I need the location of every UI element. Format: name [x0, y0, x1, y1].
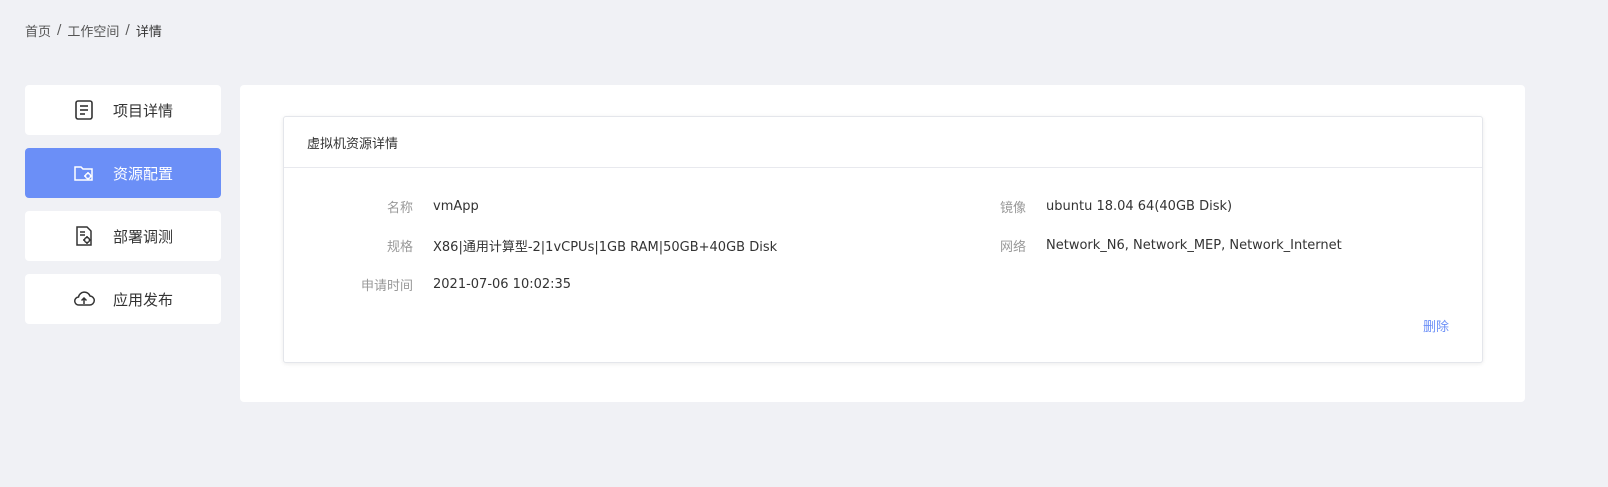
- delete-button[interactable]: 删除: [1423, 316, 1449, 335]
- breadcrumb-separator: /: [57, 23, 62, 38]
- field-value: 2021-07-06 10:02:35: [433, 277, 572, 292]
- sidebar-item-label: 应用发布: [113, 290, 174, 309]
- sidebar-item-app-release[interactable]: 应用发布: [25, 274, 221, 324]
- field-label: 名称: [386, 201, 413, 216]
- sidebar-item-deploy-debug[interactable]: 部署调测: [25, 211, 221, 261]
- document-list-icon: [69, 95, 99, 125]
- folder-settings-icon: [69, 158, 99, 188]
- field-value: vmApp: [433, 199, 479, 214]
- field-value: ubuntu 18.04 64(40GB Disk): [1046, 199, 1233, 214]
- cloud-upload-icon: [69, 284, 99, 314]
- field-label: 申请时间: [360, 279, 413, 294]
- sidebar-item-project-details[interactable]: 项目详情: [25, 85, 221, 135]
- field-value: X86|通用计算型-2|1vCPUs|1GB RAM|50GB+40GB Dis…: [433, 240, 778, 255]
- sidebar-item-label: 项目详情: [113, 101, 174, 120]
- sidebar-item-resource-config[interactable]: 资源配置: [25, 148, 221, 198]
- file-gear-icon: [69, 221, 99, 251]
- field-network: 网络 Network_N6, Network_MEP, Network_Inte…: [984, 236, 1342, 255]
- field-label: 镜像: [999, 201, 1026, 216]
- sidebar-item-label: 部署调测: [113, 227, 174, 246]
- field-name: 名称 vmApp: [307, 197, 479, 216]
- field-apply-time: 申请时间 2021-07-06 10:02:35: [307, 275, 571, 294]
- field-label: 网络: [999, 240, 1026, 255]
- main-panel: 虚拟机资源详情 名称 vmApp 规格 X86|通用计算型-2|1vCPUs|1…: [240, 85, 1525, 402]
- breadcrumb-workspace[interactable]: 工作空间: [67, 21, 119, 40]
- breadcrumb: 首页 / 工作空间 / 详情: [25, 21, 162, 40]
- breadcrumb-home[interactable]: 首页: [25, 21, 51, 40]
- breadcrumb-current: 详情: [135, 25, 162, 40]
- vm-resource-card: 虚拟机资源详情 名称 vmApp 规格 X86|通用计算型-2|1vCPUs|1…: [283, 116, 1483, 363]
- field-label: 规格: [386, 240, 413, 255]
- field-spec: 规格 X86|通用计算型-2|1vCPUs|1GB RAM|50GB+40GB …: [307, 236, 777, 255]
- field-value: Network_N6, Network_MEP, Network_Interne…: [1046, 238, 1342, 253]
- sidebar-item-label: 资源配置: [113, 164, 174, 183]
- field-image: 镜像 ubuntu 18.04 64(40GB Disk): [984, 197, 1232, 216]
- breadcrumb-separator: /: [125, 23, 130, 38]
- card-title: 虚拟机资源详情: [284, 117, 1482, 168]
- sidebar: 项目详情 资源配置 部署调测 应用发布: [25, 85, 221, 337]
